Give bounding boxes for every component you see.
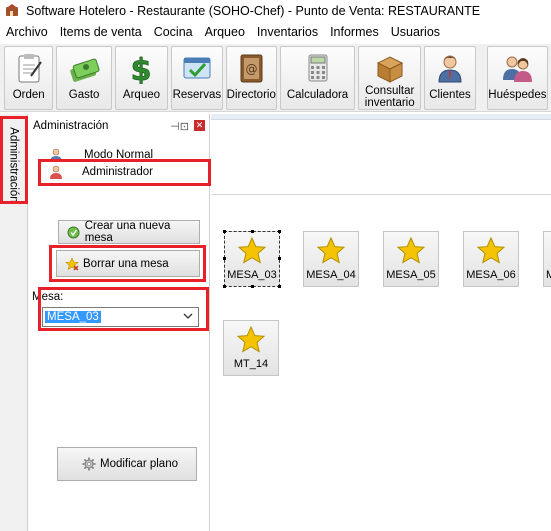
table-tile-mesa-06[interactable]: MESA_06 xyxy=(463,231,519,287)
table-tile-mt-14[interactable]: MT_14 xyxy=(223,320,279,376)
resize-handle[interactable] xyxy=(278,230,281,233)
delete-star-icon xyxy=(65,256,79,271)
table-name: M xyxy=(546,269,551,281)
orden-button[interactable]: Orden xyxy=(4,46,54,110)
huespedes-label: Huéspedes xyxy=(488,89,547,101)
arqueo-button[interactable]: $ Arqueo xyxy=(114,46,169,110)
orden-label: Orden xyxy=(12,89,45,101)
gear-icon xyxy=(82,457,96,471)
clientes-button[interactable]: Clientes xyxy=(424,46,476,110)
directorio-button[interactable]: @ Directorio xyxy=(225,46,277,110)
table-name: MESA_05 xyxy=(386,269,436,281)
consultar-inventario-button[interactable]: Consultar inventario xyxy=(358,46,422,110)
panel-header: Administración ⊣⊡ ✕ xyxy=(28,114,209,138)
top-band-strip xyxy=(211,114,551,120)
address-book-icon: @ xyxy=(234,51,268,85)
table-tile-mesa-03[interactable]: MESA_03 xyxy=(224,231,280,287)
resize-handle[interactable] xyxy=(251,230,254,233)
arqueo-label: Arqueo xyxy=(122,89,161,101)
delete-table-button[interactable]: Borrar una mesa xyxy=(56,250,200,277)
guests-people-icon xyxy=(500,51,534,85)
app-icon xyxy=(4,3,20,19)
menu-archivo[interactable]: Archivo xyxy=(0,25,54,39)
menu-cocina[interactable]: Cocina xyxy=(148,25,199,39)
menu-arqueo[interactable]: Arqueo xyxy=(199,25,251,39)
inventario-label: inventario xyxy=(364,97,415,109)
calculadora-button[interactable]: Calculadora xyxy=(279,46,356,110)
reservas-label: Reservas xyxy=(172,89,222,101)
dollar-icon: $ xyxy=(124,51,158,85)
window-title: Software Hotelero - Restaurante (SOHO-Ch… xyxy=(26,4,481,18)
chevron-down-icon xyxy=(183,311,193,324)
panel-title: Administración xyxy=(33,120,109,132)
star-icon xyxy=(396,236,426,266)
resize-handle[interactable] xyxy=(278,285,281,288)
mode-administrador-label: Administrador xyxy=(82,166,153,178)
mesa-selected-value: MESA_03 xyxy=(45,311,101,323)
create-table-button[interactable]: Crear una nueva mesa xyxy=(58,220,200,244)
title-bar: Software Hotelero - Restaurante (SOHO-Ch… xyxy=(0,0,551,22)
resize-handle[interactable] xyxy=(251,285,254,288)
inventory-box-icon xyxy=(373,51,407,85)
pin-icon[interactable]: ⊣⊡ xyxy=(170,120,189,133)
clientes-label: Clientes xyxy=(429,89,471,101)
close-icon[interactable]: ✕ xyxy=(194,120,205,131)
table-name: MESA_04 xyxy=(306,269,356,281)
reservation-check-icon xyxy=(180,51,214,85)
resize-handle[interactable] xyxy=(223,230,226,233)
star-icon xyxy=(237,236,267,266)
table-name: MESA_06 xyxy=(466,269,516,281)
mode-normal-label: Modo Normal xyxy=(84,149,154,161)
star-icon xyxy=(236,325,266,355)
calculator-icon xyxy=(301,51,335,85)
reservas-button[interactable]: Reservas xyxy=(171,46,223,110)
table-name: MT_14 xyxy=(233,358,269,370)
menu-usuarios[interactable]: Usuarios xyxy=(385,25,446,39)
admin-user-icon xyxy=(48,165,64,179)
star-icon xyxy=(476,236,506,266)
table-name: MESA_03 xyxy=(227,269,277,281)
table-tile-mesa-05[interactable]: MESA_05 xyxy=(383,231,439,287)
delete-table-label: Borrar una mesa xyxy=(83,257,169,270)
mesa-label: Mesa: xyxy=(32,291,64,303)
star-icon xyxy=(316,236,346,266)
menu-bar: Archivo Items de venta Cocina Arqueo Inv… xyxy=(0,22,551,42)
consultar-label: Consultar xyxy=(365,85,415,97)
resize-handle[interactable] xyxy=(223,285,226,288)
mode-normal-item[interactable]: Modo Normal xyxy=(14,147,179,163)
mode-administrador-item[interactable]: Administrador xyxy=(14,164,179,180)
toolbar: Orden Gasto $ Arqueo Reservas @ Director… xyxy=(0,44,551,112)
directorio-label: Directorio xyxy=(226,89,276,101)
menu-informes[interactable]: Informes xyxy=(324,25,385,39)
svg-text:$: $ xyxy=(131,53,152,84)
gasto-button[interactable]: Gasto xyxy=(56,46,112,110)
menu-items-de-venta[interactable]: Items de venta xyxy=(54,25,148,39)
huespedes-button[interactable]: Huéspedes xyxy=(486,46,549,110)
svg-text:@: @ xyxy=(246,62,258,76)
client-person-icon xyxy=(433,51,467,85)
resize-handle[interactable] xyxy=(278,257,281,260)
resize-handle[interactable] xyxy=(223,257,226,260)
calculadora-label: Calculadora xyxy=(286,89,349,101)
normal-user-icon xyxy=(48,148,64,162)
money-icon xyxy=(67,51,101,85)
menu-inventarios[interactable]: Inventarios xyxy=(251,25,324,39)
top-band xyxy=(211,114,551,195)
table-tile-mesa-04[interactable]: MESA_04 xyxy=(303,231,359,287)
gasto-label: Gasto xyxy=(68,89,100,101)
mesa-select[interactable]: MESA_03 xyxy=(42,307,199,327)
modify-plan-label: Modificar plano xyxy=(100,458,178,470)
modify-plan-button[interactable]: Modificar plano xyxy=(57,447,197,481)
table-tile-partial[interactable]: M xyxy=(543,231,551,287)
order-clipboard-icon xyxy=(12,51,46,85)
add-refresh-icon xyxy=(67,225,81,239)
create-table-label: Crear una nueva mesa xyxy=(84,220,171,244)
